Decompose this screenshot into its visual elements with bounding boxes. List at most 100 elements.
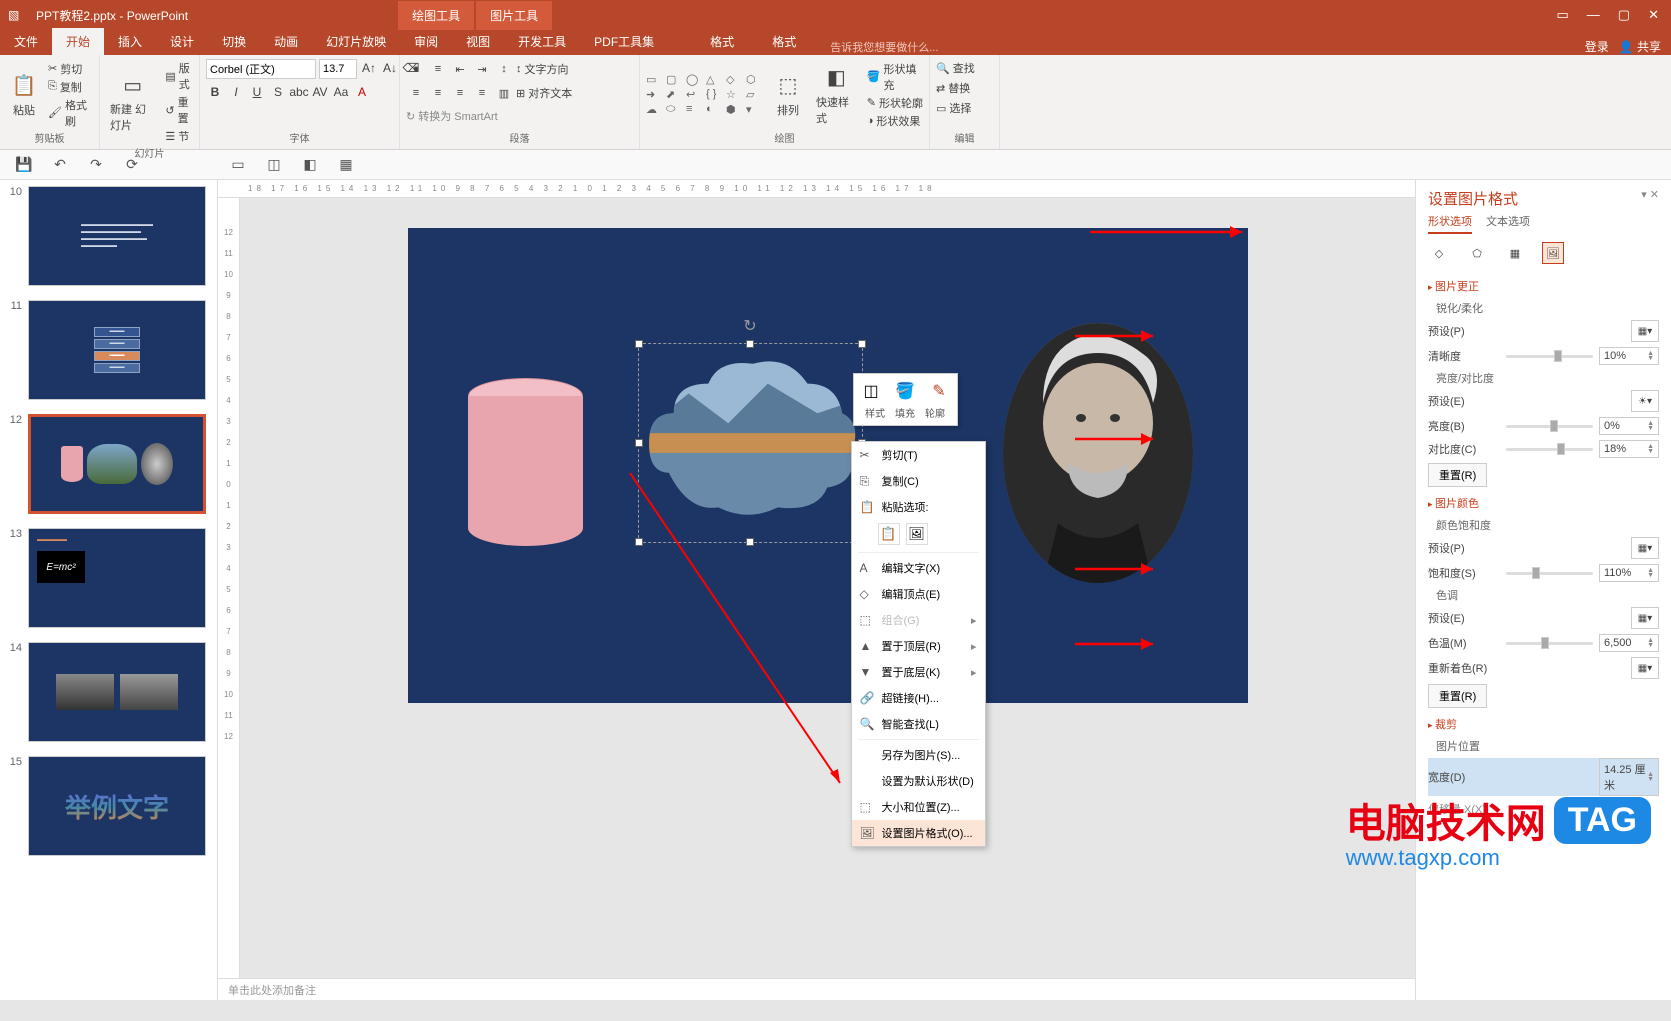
qat-icon-3[interactable]: ◫ (264, 155, 284, 175)
align-right-button[interactable]: ≡ (450, 83, 470, 103)
shapes-gallery[interactable]: ▭▢◯△◇⬡ ➜⬈↩{ }☆▱ ☁⬭≡◐⬢▾ (646, 73, 764, 116)
tab-insert[interactable]: 插入 (104, 28, 156, 55)
contrast-slider[interactable] (1506, 448, 1593, 451)
select-button[interactable]: ▭ 选择 (936, 99, 971, 117)
slide-thumbnails-panel[interactable]: 10 ▬▬▬▬▬▬▬▬▬▬▬▬▬▬▬▬▬▬▬▬▬▬▬▬▬▬▬▬▬▬▬▬▬▬▬▬▬… (0, 180, 218, 1000)
ctx-save-as-pic[interactable]: 另存为图片(S)... (852, 742, 985, 768)
tab-pdf[interactable]: PDF工具集 (580, 28, 668, 55)
ctx-edit-text[interactable]: A编辑文字(X) (852, 555, 985, 581)
shape-fill-button[interactable]: 🪣 形状填充 (867, 60, 923, 94)
tell-me-input[interactable]: 告诉我您想要做什么... (830, 39, 938, 55)
current-slide[interactable]: ↻ ◫ 🪣 (408, 228, 1248, 703)
temp-value[interactable]: 6,500▲▼ (1599, 634, 1659, 652)
ctx-format-picture[interactable]: 🖼设置图片格式(O)... (852, 820, 985, 846)
picture-icon[interactable]: 🖼 (1542, 242, 1564, 264)
maximize-icon[interactable]: ▢ (1618, 7, 1630, 23)
tab-format-pic[interactable]: 格式 (758, 28, 810, 55)
fill-line-icon[interactable]: ◇ (1428, 242, 1450, 264)
columns-button[interactable]: ▥ (494, 83, 514, 103)
slide-thumb-14[interactable] (28, 642, 206, 742)
sharpness-value[interactable]: 10%▲▼ (1599, 347, 1659, 365)
slide-thumb-15[interactable]: 举例文字 (28, 756, 206, 856)
section-crop[interactable]: 裁剪 (1428, 716, 1659, 732)
panel-tab-text[interactable]: 文本选项 (1486, 213, 1530, 234)
strike-button[interactable]: S (269, 83, 287, 101)
text-direction-button[interactable]: ↕ 文字方向 (516, 59, 569, 79)
shadow-button[interactable]: abc (290, 83, 308, 101)
temp-slider[interactable] (1506, 642, 1593, 645)
italic-button[interactable]: I (227, 83, 245, 101)
qat-icon-4[interactable]: ◧ (300, 155, 320, 175)
ctx-edit-points[interactable]: ◇编辑顶点(E) (852, 581, 985, 607)
tab-dev[interactable]: 开发工具 (504, 28, 580, 55)
find-button[interactable]: 🔍 查找 (936, 59, 975, 77)
ctx-cut[interactable]: ✂剪切(T) (852, 442, 985, 468)
mini-outline-icon[interactable]: ✎ (927, 379, 951, 403)
tab-transition[interactable]: 切换 (208, 28, 260, 55)
slide-thumb-11[interactable]: ▬▬▬ ▬▬▬ ▬▬▬ ▬▬▬ (28, 300, 206, 400)
paste-button[interactable]: 📋粘贴 (6, 70, 42, 120)
ctx-hyperlink[interactable]: 🔗超链接(H)... (852, 685, 985, 711)
redo-icon[interactable]: ↷ (86, 155, 106, 175)
align-text-button[interactable]: ⊞ 对齐文本 (516, 84, 572, 102)
undo-icon[interactable]: ↶ (50, 155, 70, 175)
brightness-slider[interactable] (1506, 425, 1593, 428)
tone-preset-button[interactable]: ▦▾ (1631, 607, 1659, 629)
bullets-button[interactable]: ⦁ (406, 59, 426, 79)
sharpen-preset-button[interactable]: ▦▾ (1631, 320, 1659, 342)
numbering-button[interactable]: ≡ (428, 59, 448, 79)
font-color-button[interactable]: A (353, 83, 371, 101)
font-family-select[interactable] (206, 59, 316, 79)
increase-font-icon[interactable]: A↑ (360, 59, 378, 77)
reset-correct-button[interactable]: 重置(R) (1428, 463, 1487, 487)
section-button[interactable]: ☰ 节 (165, 127, 193, 145)
saturation-value[interactable]: 110%▲▼ (1599, 564, 1659, 582)
section-picture-correct[interactable]: 图片更正 (1428, 278, 1659, 294)
sharpness-slider[interactable] (1506, 355, 1593, 358)
slide-thumb-12[interactable] (28, 414, 206, 514)
tab-slideshow[interactable]: 幻灯片放映 (312, 28, 400, 55)
align-left-button[interactable]: ≡ (406, 83, 426, 103)
smartart-button[interactable]: ↻ 转换为 SmartArt (406, 107, 498, 125)
ctx-send-back[interactable]: ▼置于底层(K)▸ (852, 659, 985, 685)
align-justify-button[interactable]: ≡ (472, 83, 492, 103)
indent-dec-button[interactable]: ⇤ (450, 59, 470, 79)
sat-preset-button[interactable]: ▦▾ (1631, 537, 1659, 559)
ctx-size-pos[interactable]: ⬚大小和位置(Z)... (852, 794, 985, 820)
contrast-value[interactable]: 18%▲▼ (1599, 440, 1659, 458)
mini-fill-icon[interactable]: 🪣 (893, 379, 917, 403)
line-spacing-button[interactable]: ↕ (494, 59, 514, 79)
bold-button[interactable]: B (206, 83, 224, 101)
shape-outline-button[interactable]: ✎ 形状轮廓 (867, 94, 923, 112)
tab-animation[interactable]: 动画 (260, 28, 312, 55)
tab-home[interactable]: 开始 (52, 28, 104, 55)
minimize-icon[interactable]: — (1587, 7, 1600, 23)
case-button[interactable]: Aa (332, 83, 350, 101)
paste-options[interactable]: 📋🖼 (852, 520, 985, 550)
notes-pane[interactable]: 单击此处添加备注 (218, 978, 1415, 1000)
quick-styles-button[interactable]: ◧快速样式 (812, 62, 861, 128)
ctx-copy[interactable]: ⎘复制(C) (852, 468, 985, 494)
cloud-picture-selected[interactable]: ↻ (638, 343, 863, 543)
ctx-smart-lookup[interactable]: 🔍智能查找(L) (852, 711, 985, 737)
mini-style-icon[interactable]: ◫ (859, 379, 883, 403)
slide-thumb-13[interactable]: ▬▬▬▬▬ E=mc² (28, 528, 206, 628)
shape-effects-button[interactable]: ◑ 形状效果 (867, 112, 923, 130)
cut-button[interactable]: ✂ 剪切 (48, 60, 93, 78)
ribbon-options-icon[interactable]: ▭ (1557, 7, 1569, 23)
recolor-button[interactable]: ▦▾ (1631, 657, 1659, 679)
panel-close-icon[interactable]: ▾ ✕ (1641, 188, 1659, 209)
reset-slide-button[interactable]: ↺ 重置 (165, 93, 193, 127)
qat-icon-2[interactable]: ▭ (228, 155, 248, 175)
decrease-font-icon[interactable]: A↓ (381, 59, 399, 77)
rotate-handle-icon[interactable]: ↻ (743, 316, 756, 336)
oval-portrait[interactable] (1003, 323, 1193, 583)
drawing-tools-tab[interactable]: 绘图工具 (398, 1, 474, 30)
picture-tools-tab[interactable]: 图片工具 (476, 1, 552, 30)
format-painter-button[interactable]: 🖌 格式刷 (48, 96, 93, 130)
tab-format-draw[interactable]: 格式 (696, 28, 748, 55)
qat-icon-1[interactable]: ⟳ (122, 155, 142, 175)
qat-icon-5[interactable]: ▦ (336, 155, 356, 175)
cylinder-shape[interactable] (468, 378, 583, 558)
align-center-button[interactable]: ≡ (428, 83, 448, 103)
